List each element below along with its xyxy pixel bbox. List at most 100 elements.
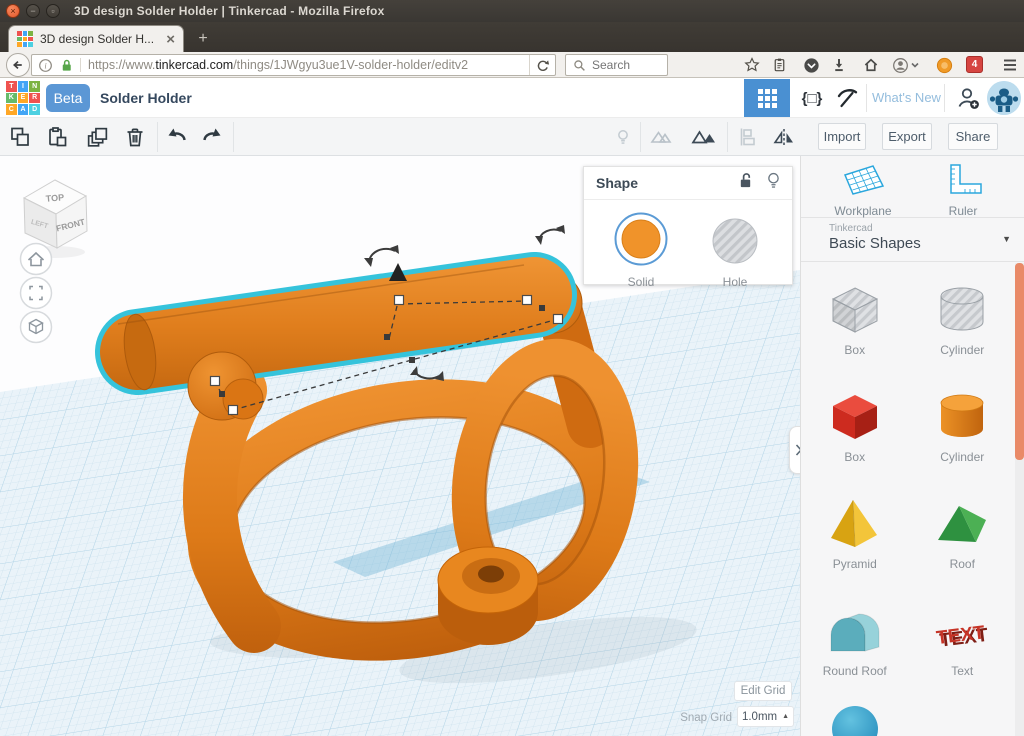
- window-close-button[interactable]: ×: [6, 4, 20, 18]
- pocket-icon[interactable]: [799, 54, 823, 76]
- new-tab-button[interactable]: +: [190, 29, 216, 50]
- roof-icon: [930, 492, 994, 556]
- window-titlebar: × − ▫ 3D design Solder Holder | Tinkerca…: [0, 0, 1024, 22]
- whats-new-link[interactable]: What's New: [872, 90, 941, 105]
- home-view-button[interactable]: [21, 244, 52, 275]
- tinkercad-favicon: [17, 31, 33, 47]
- round-roof-icon: [823, 599, 887, 663]
- tinkercad-logo[interactable]: TIN KER CAD: [6, 81, 40, 115]
- search-input[interactable]: [592, 58, 662, 72]
- shape-item-round-roof[interactable]: Round Roof: [801, 583, 909, 690]
- shape-item-text[interactable]: TEXT TEXT Text: [909, 583, 1017, 690]
- snap-grid-dropdown[interactable]: 1.0mm ▲: [737, 706, 794, 727]
- download-icon[interactable]: [827, 54, 851, 76]
- front-nub[interactable]: [438, 547, 538, 645]
- ruler-tool[interactable]: Ruler: [913, 160, 1013, 218]
- home-icon[interactable]: [859, 54, 883, 76]
- window-maximize-button[interactable]: ▫: [46, 4, 60, 18]
- window-title: 3D design Solder Holder | Tinkercad - Mo…: [74, 4, 384, 18]
- header-divider: [944, 84, 945, 112]
- shape-item-cylinder-solid[interactable]: Cylinder: [909, 369, 1017, 476]
- snap-grid-label: Snap Grid: [660, 712, 732, 724]
- header-divider: [866, 84, 867, 112]
- dashboard-grid-button[interactable]: [744, 79, 790, 117]
- edit-grid-button[interactable]: Edit Grid: [734, 681, 792, 701]
- export-button[interactable]: Export: [882, 123, 932, 150]
- window-minimize-button[interactable]: −: [26, 4, 40, 18]
- notification-badge[interactable]: 4: [966, 56, 983, 73]
- ruler-icon: [937, 160, 989, 198]
- hole-option[interactable]: Hole: [700, 211, 770, 289]
- tab-close-icon[interactable]: ×: [166, 31, 175, 48]
- view-nav-buttons: [21, 244, 52, 343]
- undo-button[interactable]: [163, 124, 191, 150]
- bookmark-star-icon[interactable]: [740, 54, 764, 76]
- workspace: TOP FRONT LEFT: [0, 156, 1024, 736]
- shape-item-box-hole[interactable]: Box: [801, 262, 909, 369]
- duplicate-button[interactable]: [83, 124, 111, 150]
- show-all-button[interactable]: [609, 124, 637, 150]
- hole-swatch-icon: [707, 211, 763, 267]
- user-avatar[interactable]: [987, 81, 1021, 115]
- mirror-button[interactable]: [770, 124, 798, 150]
- extension-orange-icon[interactable]: [932, 54, 956, 76]
- avatar-robot-image: [987, 81, 1021, 115]
- toolbar-divider: [640, 122, 641, 152]
- share-button[interactable]: Share: [948, 123, 998, 150]
- codeblocks-button[interactable]: {□}: [792, 84, 832, 112]
- minecraft-pickaxe-button[interactable]: [830, 84, 864, 112]
- reload-button[interactable]: [529, 55, 555, 75]
- shape-library: Box Cylinder Box: [801, 262, 1016, 736]
- profile-chevron-icon[interactable]: [908, 54, 922, 76]
- perspective-view-button[interactable]: [21, 312, 52, 343]
- sidebar-scrollbar-thumb[interactable]: [1015, 263, 1024, 460]
- import-button[interactable]: Import: [818, 123, 866, 150]
- shape-panel-title: Shape: [596, 175, 738, 191]
- workplane-tool[interactable]: Workplane: [813, 160, 913, 218]
- fit-view-button[interactable]: [21, 278, 52, 309]
- svg-text:i: i: [44, 60, 47, 70]
- url-bar[interactable]: i https://www.tinkercad.com/things/1JWgy…: [31, 54, 556, 76]
- shape-item-pyramid[interactable]: Pyramid: [801, 476, 909, 583]
- align-button[interactable]: [734, 124, 762, 150]
- https-lock-icon[interactable]: [59, 57, 74, 73]
- redo-button[interactable]: [198, 124, 226, 150]
- category-title[interactable]: Basic Shapes: [829, 235, 921, 252]
- ungroup-button[interactable]: [690, 124, 718, 150]
- category-dropdown-icon[interactable]: ▼: [1002, 234, 1011, 244]
- lock-icon[interactable]: [738, 172, 753, 194]
- box-hole-icon: [823, 278, 887, 342]
- group-button[interactable]: [648, 124, 676, 150]
- grid-icon: [758, 89, 777, 108]
- sphere-icon: [832, 706, 878, 736]
- shape-item-cylinder-hole[interactable]: Cylinder: [909, 262, 1017, 369]
- menu-hamburger-icon[interactable]: [998, 54, 1022, 76]
- shape-item-roof[interactable]: Roof: [909, 476, 1017, 583]
- design-title[interactable]: Solder Holder: [100, 90, 192, 106]
- browser-tab[interactable]: 3D design Solder H... ×: [8, 25, 184, 52]
- lightbulb-icon[interactable]: [767, 172, 780, 195]
- search-box[interactable]: [565, 54, 668, 76]
- toolbar-divider: [233, 122, 234, 152]
- url-text: https://www.tinkercad.com/things/1JWgyu3…: [88, 58, 529, 72]
- site-info-icon[interactable]: i: [38, 58, 53, 73]
- copy-button[interactable]: [6, 124, 34, 150]
- search-icon: [572, 58, 587, 73]
- shape-item-box-solid[interactable]: Box: [801, 369, 909, 476]
- toolbar-divider: [727, 122, 728, 152]
- invite-user-button[interactable]: [950, 84, 986, 112]
- hole-label: Hole: [700, 275, 770, 289]
- solid-option[interactable]: Solid: [606, 211, 676, 289]
- shape-item-partial-next-row[interactable]: [801, 690, 909, 736]
- view-cube-top-label[interactable]: TOP: [45, 192, 64, 204]
- pyramid-icon: [823, 492, 887, 556]
- ruler-label: Ruler: [913, 204, 1013, 218]
- workplane-label: Workplane: [813, 204, 913, 218]
- browser-navbar: i https://www.tinkercad.com/things/1JWgy…: [0, 52, 1024, 78]
- reading-list-icon[interactable]: [767, 54, 791, 76]
- paste-button[interactable]: [43, 124, 71, 150]
- back-button[interactable]: [6, 53, 30, 77]
- delete-button[interactable]: [121, 124, 149, 150]
- add-person-icon: [955, 85, 981, 111]
- tinkercad-header: TIN KER CAD Beta Solder Holder {□} What'…: [0, 78, 1024, 118]
